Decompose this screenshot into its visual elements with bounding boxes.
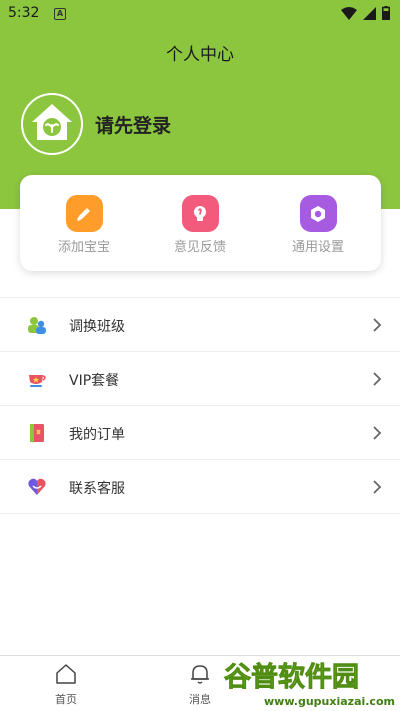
settings-button[interactable]: 通用设置 (263, 195, 373, 255)
house-sprout-icon (32, 104, 72, 140)
menu-item-contact-service[interactable]: 联系客服 (0, 460, 400, 514)
order-book-icon (30, 424, 44, 442)
feedback-button[interactable]: 意见反馈 (145, 195, 255, 255)
battery-icon (382, 6, 390, 20)
bell-icon (191, 665, 209, 684)
menu-list: 调换班级 VIP套餐 我的订单 联系客服 (0, 297, 400, 514)
chevron-right-icon (373, 318, 382, 332)
watermark-brand: 谷普软件园 (224, 661, 359, 693)
quick-actions-card: 添加宝宝 意见反馈 通用设置 (20, 175, 381, 271)
notification-icon: A (54, 8, 66, 20)
chevron-right-icon (373, 480, 382, 494)
watermark-logo: 谷普软件园 www.gupuxiazai.com (220, 656, 400, 711)
home-icon (56, 664, 76, 684)
heart-service-icon (28, 478, 46, 495)
page-title: 个人中心 (166, 45, 234, 65)
settings-icon (299, 195, 337, 232)
menu-label: 我的订单 (69, 427, 125, 443)
watermark-url: www.gupuxiazai.com (264, 695, 395, 708)
wifi-icon (341, 6, 357, 20)
settings-label: 通用设置 (291, 240, 344, 255)
feedback-label: 意见反馈 (173, 240, 226, 255)
menu-item-orders[interactable]: 我的订单 (0, 406, 400, 460)
lightbulb-icon (181, 195, 219, 232)
add-baby-button[interactable]: 添加宝宝 (29, 195, 139, 255)
chevron-right-icon (373, 426, 382, 440)
status-bar: 5:32 A (0, 0, 400, 28)
login-prompt[interactable]: 请先登录 (95, 111, 171, 138)
menu-item-vip[interactable]: VIP套餐 (0, 352, 400, 406)
menu-label: 联系客服 (69, 481, 125, 497)
status-indicators (341, 6, 390, 20)
chevron-right-icon (373, 372, 382, 386)
pencil-icon (65, 195, 103, 232)
profile-screen: 5:32 A 个人中心 请先登录 添加宝宝 意见反馈 通用设置 调换班级 VIP… (0, 0, 400, 711)
tab-home[interactable]: 首页 (31, 662, 101, 707)
avatar[interactable] (21, 93, 83, 155)
signal-icon (363, 6, 376, 20)
menu-label: VIP套餐 (69, 373, 120, 389)
status-time: 5:32 (8, 5, 40, 21)
menu-label: 调换班级 (69, 319, 125, 335)
menu-item-switch-class[interactable]: 调换班级 (0, 298, 400, 352)
add-baby-label: 添加宝宝 (57, 240, 110, 255)
tab-home-label: 首页 (55, 693, 77, 706)
people-icon (28, 317, 46, 334)
vip-cup-icon (29, 375, 46, 387)
